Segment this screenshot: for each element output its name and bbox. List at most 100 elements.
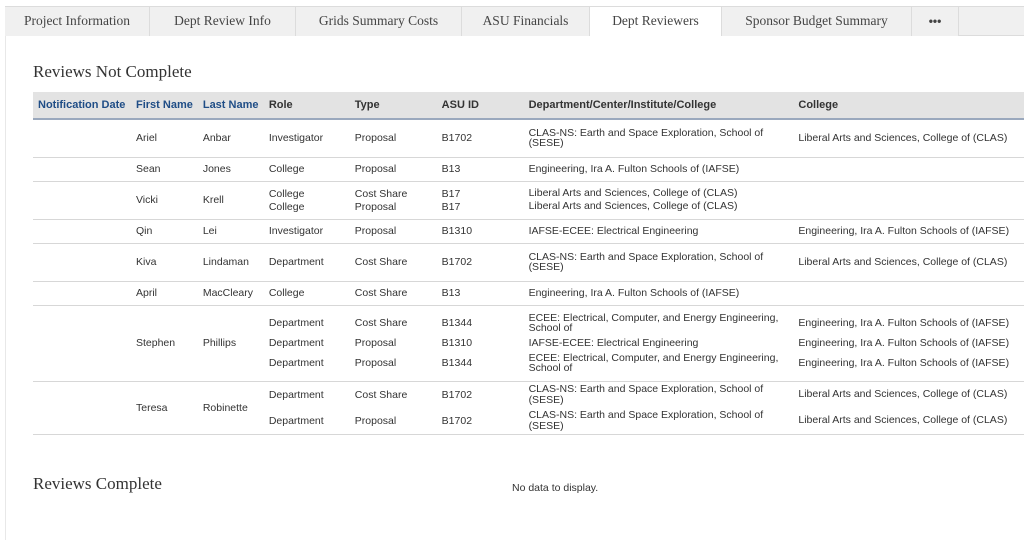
role-cell: College College bbox=[263, 181, 350, 220]
college-value: Engineering, Ira A. Fulton Schools of (I… bbox=[798, 336, 1010, 349]
last-name-cell: Lei bbox=[197, 219, 264, 244]
notification-date-cell bbox=[33, 219, 131, 244]
column-header-last-name[interactable]: Last Name bbox=[197, 92, 264, 120]
role-cell: Investigator bbox=[263, 119, 350, 158]
first-name-cell: Teresa bbox=[130, 381, 198, 435]
table-row[interactable]: Teresa Robinette Department Department Cost … bbox=[33, 381, 1024, 435]
table-header-row: Notification Date First Name Last Name R… bbox=[33, 92, 1024, 120]
column-header-notification-date[interactable]: Notification Date bbox=[33, 92, 131, 120]
role-cell: College bbox=[263, 281, 350, 306]
last-name-cell: Phillips bbox=[197, 305, 264, 382]
role-value: Department bbox=[268, 337, 324, 349]
type-cell: Cost Share bbox=[349, 281, 437, 306]
type-value: Cost Share bbox=[354, 317, 408, 329]
tab-sponsor-budget-summary[interactable]: Sponsor Budget Summary bbox=[722, 7, 912, 36]
role-value: College bbox=[268, 163, 305, 175]
table-row[interactable]: Qin Lei Investigator Proposal B1310 IAFSE-ECE… bbox=[33, 219, 1024, 244]
department-value: Liberal Arts and Sciences, College of (C… bbox=[528, 187, 738, 200]
role-value: Department bbox=[268, 256, 324, 268]
type-cell: Cost Share Proposal Proposal bbox=[349, 305, 437, 382]
college-value: Engineering, Ira A. Fulton Schools of (I… bbox=[798, 224, 1010, 237]
type-value: Proposal bbox=[354, 225, 397, 237]
notification-date-cell bbox=[33, 281, 131, 306]
department-cell: Engineering, Ira A. Fulton Schools of (I… bbox=[523, 157, 794, 182]
role-value: College bbox=[268, 187, 305, 200]
role-cell: College bbox=[263, 157, 350, 182]
table-row[interactable]: Sean Jones College Proposal B13 Engineering, … bbox=[33, 157, 1024, 182]
department-value: CLAS-NS: Earth and Space Exploration, Sc… bbox=[528, 409, 764, 432]
department-cell: Engineering, Ira A. Fulton Schools of (I… bbox=[523, 281, 794, 306]
first-name-cell: Sean bbox=[130, 157, 198, 182]
role-value: Department bbox=[268, 317, 324, 329]
last-name-cell: Jones bbox=[197, 157, 264, 182]
asu-id-cell: B13 bbox=[436, 281, 524, 306]
no-data-message: No data to display. bbox=[512, 482, 599, 494]
last-name-cell: Anbar bbox=[197, 119, 264, 158]
column-header-type: Type bbox=[349, 92, 437, 120]
tab-asu-financials[interactable]: ASU Financials bbox=[462, 7, 590, 36]
type-value: Proposal bbox=[354, 337, 397, 349]
asu-id-cell: B1702 bbox=[436, 119, 524, 158]
last-name-cell: MacCleary bbox=[197, 281, 264, 306]
department-cell: IAFSE-ECEE: Electrical Engineering bbox=[523, 219, 794, 244]
first-name-cell: Qin bbox=[130, 219, 198, 244]
table-row[interactable]: Vicki Krell College College Cost Share Propos… bbox=[33, 181, 1024, 220]
college-value: Liberal Arts and Sciences, College of (C… bbox=[798, 414, 1008, 427]
tab-grids-summary-costs[interactable]: Grids Summary Costs bbox=[296, 7, 462, 36]
column-header-role: Role bbox=[263, 92, 350, 120]
reviews-not-complete-title: Reviews Not Complete bbox=[33, 62, 192, 81]
college-cell: Engineering, Ira A. Fulton Schools of (I… bbox=[793, 305, 1024, 382]
type-cell: Proposal bbox=[349, 219, 437, 244]
asu-id-cell: B13 bbox=[436, 157, 524, 182]
tab-dept-reviewers[interactable]: Dept Reviewers bbox=[590, 7, 722, 37]
column-header-college: College bbox=[793, 92, 1024, 120]
column-header-department: Department/Center/Institute/College bbox=[523, 92, 794, 120]
role-value: Investigator bbox=[268, 225, 324, 237]
type-cell: Cost Share bbox=[349, 243, 437, 282]
college-value: Liberal Arts and Sciences, College of (C… bbox=[798, 132, 1008, 144]
asu-id-value: B1344 bbox=[441, 357, 473, 369]
department-cell: CLAS-NS: Earth and Space Exploration, Sc… bbox=[523, 119, 794, 158]
role-cell: Investigator bbox=[263, 219, 350, 244]
college-cell: Liberal Arts and Sciences, College of (C… bbox=[793, 381, 1024, 435]
table-row[interactable]: Stephen Phillips Department Department Depar… bbox=[33, 305, 1024, 382]
asu-id-value: B1702 bbox=[441, 388, 473, 401]
table-row[interactable]: Ariel Anbar Investigator Proposal B1702 CLAS-… bbox=[33, 119, 1024, 158]
table-row[interactable]: April MacCleary College Cost Share B13 Engine… bbox=[33, 281, 1024, 306]
role-value: Department bbox=[268, 388, 324, 401]
department-cell: ECEE: Electrical, Computer, and Energy E… bbox=[523, 305, 794, 382]
type-value: Proposal bbox=[354, 163, 397, 175]
college-cell: Liberal Arts and Sciences, College of (C… bbox=[793, 119, 1024, 158]
college-value: Engineering, Ira A. Fulton Schools of (I… bbox=[798, 356, 1010, 369]
role-value: College bbox=[268, 287, 305, 299]
reviews-not-complete-table: Notification Date First Name Last Name R… bbox=[33, 92, 1024, 435]
role-cell: Department bbox=[263, 243, 350, 282]
asu-id-cell: B1702 B1702 bbox=[436, 381, 524, 435]
dept-reviewers-panel: Reviews Not Complete Notification Date F… bbox=[5, 36, 1024, 540]
table-row[interactable]: Kiva Lindaman Department Cost Share B1702 CLA… bbox=[33, 243, 1024, 282]
column-header-asu-id: ASU ID bbox=[436, 92, 524, 120]
asu-id-value: B1344 bbox=[441, 317, 473, 329]
asu-id-value: B13 bbox=[441, 163, 461, 175]
department-value: Liberal Arts and Sciences, College of (C… bbox=[528, 200, 738, 213]
department-value: IAFSE-ECEE: Electrical Engineering bbox=[528, 224, 699, 237]
type-value: Proposal bbox=[354, 414, 397, 427]
type-value: Proposal bbox=[354, 132, 397, 145]
type-value: Cost Share bbox=[354, 256, 408, 268]
asu-id-value: B13 bbox=[441, 287, 461, 299]
department-value: ECEE: Electrical, Computer, and Energy E… bbox=[528, 351, 779, 374]
college-value: Liberal Arts and Sciences, College of (C… bbox=[798, 255, 1008, 268]
tab-dept-review-info[interactable]: Dept Review Info bbox=[150, 7, 296, 36]
college-value: Engineering, Ira A. Fulton Schools of (I… bbox=[798, 316, 1010, 329]
type-value: Proposal bbox=[354, 357, 397, 369]
tab-project-information[interactable]: Project Information bbox=[5, 7, 150, 36]
college-value: Liberal Arts and Sciences, College of (C… bbox=[798, 388, 1008, 401]
department-cell: CLAS-NS: Earth and Space Exploration, Sc… bbox=[523, 243, 794, 282]
column-header-first-name[interactable]: First Name bbox=[130, 92, 198, 120]
department-cell: CLAS-NS: Earth and Space Exploration, Sc… bbox=[523, 381, 794, 435]
asu-id-value: B1702 bbox=[441, 256, 473, 268]
more-tabs-button[interactable]: ••• bbox=[912, 7, 959, 36]
type-cell: Proposal bbox=[349, 157, 437, 182]
type-value: Cost Share bbox=[354, 287, 408, 299]
asu-id-cell: B1344 B1310 B1344 bbox=[436, 305, 524, 382]
